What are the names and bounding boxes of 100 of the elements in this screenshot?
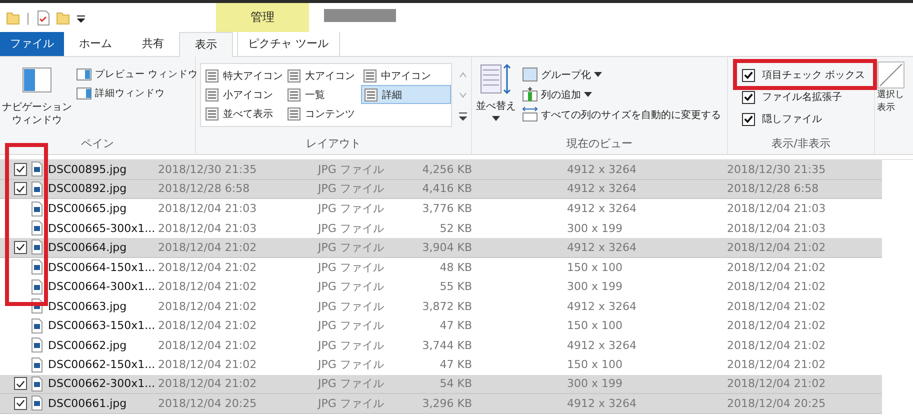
image-dimensions: 4912 x 3264 bbox=[567, 182, 638, 196]
group-label: ペイン bbox=[80, 136, 115, 152]
modified-date: 2018/12/04 21:02 bbox=[158, 300, 258, 313]
checkbox[interactable] bbox=[14, 377, 27, 390]
file-size: 47 KB bbox=[438, 319, 472, 332]
file-type: JPG ファイル bbox=[318, 240, 385, 255]
image-dimensions: 4912 x 3264 bbox=[567, 162, 638, 176]
file-size: 3,904 KB bbox=[421, 240, 472, 254]
separator-text: | bbox=[26, 11, 30, 25]
file-name: DSC00663.jpg bbox=[48, 300, 128, 313]
checkbox[interactable] bbox=[14, 182, 27, 196]
image-dimensions: 300 x 199 bbox=[567, 222, 624, 235]
view-grid-icon bbox=[364, 88, 378, 102]
sort-list-icon bbox=[479, 63, 513, 97]
file-name: DSC00661.jpg bbox=[48, 396, 128, 410]
date-taken: 2018/12/28 6:58 bbox=[727, 182, 820, 196]
file-row[interactable]: DSC00665-300x1... 2018/12/04 21:03 JPG ファイル 52 KB 300 x 199 2018/12/04 21:03 bbox=[0, 218, 882, 238]
file-name: DSC00665.jpg bbox=[48, 202, 128, 216]
file-row[interactable]: DSC00892.jpg 2018/12/28 6:58 JPG ファイル 4,416 KB 4912 x 3264 2018/12/28 6:58 bbox=[0, 180, 882, 199]
ribbon-tab[interactable]: ファイル bbox=[0, 32, 64, 56]
layout-option[interactable]: 一覧 bbox=[285, 85, 361, 104]
image-dimensions: 150 x 100 bbox=[567, 260, 624, 274]
file-name: DSC00665-300x1... bbox=[48, 222, 156, 235]
date-taken: 2018/12/04 21:02 bbox=[727, 377, 827, 390]
checkbox[interactable] bbox=[14, 396, 27, 410]
file-type: JPG ファイル bbox=[318, 298, 385, 314]
view-button[interactable]: 列の追加 bbox=[522, 87, 721, 102]
date-taken: 2018/12/04 21:02 bbox=[727, 280, 827, 294]
file-row[interactable]: DSC00665.jpg 2018/12/04 21:03 JPG ファイル 3,776 KB 4912 x 3264 2018/12/04 21:03 bbox=[0, 199, 882, 218]
file-row[interactable]: DSC00662.jpg 2018/12/04 21:02 JPG ファイル 3,744 KB 4912 x 3264 2018/12/04 21:02 bbox=[0, 336, 882, 355]
image-dimensions: 300 x 199 bbox=[567, 377, 624, 390]
checkbox-option[interactable]: 隠しファイル bbox=[742, 112, 866, 126]
file-size: 3,744 KB bbox=[421, 338, 472, 352]
file-type: JPG ファイル bbox=[318, 162, 385, 177]
ribbon-tab[interactable]: 共有 bbox=[127, 32, 179, 56]
file-type: JPG ファイル bbox=[318, 181, 385, 196]
checkbox[interactable] bbox=[14, 240, 27, 254]
file-row[interactable]: DSC00664-150x1... 2018/12/04 21:02 JPG ファイル 48 KB 150 x 100 2018/12/04 21:02 bbox=[0, 258, 882, 277]
file-name: DSC00662-300x1... bbox=[48, 377, 156, 390]
image-dimensions: 4912 x 3264 bbox=[567, 240, 638, 254]
file-row[interactable]: DSC00662-150x1... 2018/12/04 21:02 JPG ファイル 47 KB 150 x 100 2018/12/04 21:02 bbox=[0, 355, 882, 374]
image-file-icon bbox=[31, 180, 43, 197]
layout-option[interactable]: 小アイコン bbox=[203, 85, 285, 104]
hide-selected-button[interactable]: 選択し 表示 bbox=[875, 57, 905, 154]
modified-date: 2018/12/04 21:02 bbox=[158, 260, 258, 274]
layout-option[interactable]: 中アイコン bbox=[361, 66, 451, 85]
layout-option[interactable]: 並べて表示 bbox=[203, 104, 285, 123]
file-row[interactable]: DSC00663-150x1... 2018/12/04 21:02 JPG ファイル 47 KB 150 x 100 2018/12/04 21:02 bbox=[0, 316, 882, 336]
pane-button[interactable]: 詳細ウィンドウ bbox=[76, 86, 198, 100]
view-grid-icon bbox=[205, 106, 219, 120]
file-name: DSC00662.jpg bbox=[48, 338, 128, 352]
image-file-icon bbox=[31, 239, 43, 256]
caret-icon bbox=[492, 116, 500, 121]
checkbox[interactable] bbox=[14, 162, 27, 176]
add-column-icon bbox=[522, 87, 538, 102]
folder-icon bbox=[6, 10, 20, 26]
document-check-icon bbox=[36, 10, 50, 26]
view-grid-icon bbox=[205, 68, 219, 82]
file-row[interactable]: DSC00663.jpg 2018/12/04 21:02 JPG ファイル 3,872 KB 4912 x 3264 2018/12/04 21:02 bbox=[0, 296, 882, 316]
image-dimensions: 150 x 100 bbox=[567, 358, 624, 372]
file-type: JPG ファイル bbox=[318, 201, 385, 216]
file-row[interactable]: DSC00661.jpg 2018/12/04 20:25 JPG ファイル 3,296 KB 4912 x 3264 2018/12/04 20:25 bbox=[0, 394, 882, 414]
fit-columns-icon bbox=[522, 107, 538, 122]
view-button[interactable]: グループ化 bbox=[522, 67, 721, 82]
file-name: DSC00663-150x1... bbox=[48, 319, 156, 332]
sort-button[interactable]: 並べ替え bbox=[476, 61, 516, 136]
layout-option[interactable]: 特大アイコン bbox=[203, 66, 285, 85]
layout-option[interactable]: 大アイコン bbox=[285, 66, 361, 85]
date-taken: 2018/12/04 21:02 bbox=[727, 358, 827, 372]
modified-date: 2018/12/04 21:02 bbox=[158, 240, 258, 254]
file-name: DSC00892.jpg bbox=[48, 182, 128, 196]
image-file-icon bbox=[31, 337, 43, 354]
image-dimensions: 4912 x 3264 bbox=[567, 338, 638, 352]
navigation-pane-button[interactable]: ナビゲーション ウィンドウ bbox=[2, 61, 72, 136]
date-taken: 2018/12/04 21:02 bbox=[727, 240, 827, 254]
file-row[interactable]: DSC00664-300x1... 2018/12/04 21:02 JPG ファイル 55 KB 300 x 199 2018/12/04 21:02 bbox=[0, 277, 882, 296]
layout-option[interactable]: コンテンツ bbox=[285, 104, 361, 123]
image-dimensions: 4912 x 3264 bbox=[567, 396, 638, 410]
file-row[interactable]: DSC00895.jpg 2018/12/30 21:35 JPG ファイル 4,256 KB 4912 x 3264 2018/12/30 21:35 bbox=[0, 160, 882, 180]
file-row[interactable]: DSC00662-300x1... 2018/12/04 21:02 JPG ファイル 54 KB 300 x 199 2018/12/04 21:02 bbox=[0, 374, 882, 394]
checkbox-option[interactable]: 項目チェック ボックス bbox=[742, 68, 866, 82]
checkbox[interactable] bbox=[742, 90, 755, 104]
context-group-label: 管理 bbox=[250, 9, 274, 26]
file-row[interactable]: DSC00664.jpg 2018/12/04 21:02 JPG ファイル 3,904 KB 4912 x 3264 2018/12/04 21:02 bbox=[0, 238, 882, 258]
ribbon-tab[interactable]: ピクチャ ツール bbox=[237, 32, 340, 56]
file-size: 52 KB bbox=[438, 222, 472, 235]
ribbon-tab[interactable]: ホーム bbox=[64, 32, 127, 56]
file-name: DSC00664.jpg bbox=[48, 240, 128, 254]
checkbox[interactable] bbox=[742, 112, 755, 126]
view-button[interactable]: すべての列のサイズを自動的に変更する bbox=[522, 107, 721, 122]
layout-option[interactable]: 詳細 bbox=[361, 85, 451, 104]
pane-button[interactable]: プレビュー ウィンドウ bbox=[76, 67, 198, 81]
ribbon-tab[interactable]: 表示 bbox=[179, 32, 233, 57]
checkbox[interactable] bbox=[742, 68, 755, 82]
file-type: JPG ファイル bbox=[318, 396, 385, 411]
group-label: 表示/非表示 bbox=[770, 136, 832, 152]
date-taken: 2018/12/04 21:02 bbox=[727, 338, 827, 352]
checkbox-option[interactable]: ファイル名拡張子 bbox=[742, 90, 866, 104]
file-size: 3,296 KB bbox=[421, 396, 472, 410]
image-dimensions: 150 x 100 bbox=[567, 319, 624, 332]
